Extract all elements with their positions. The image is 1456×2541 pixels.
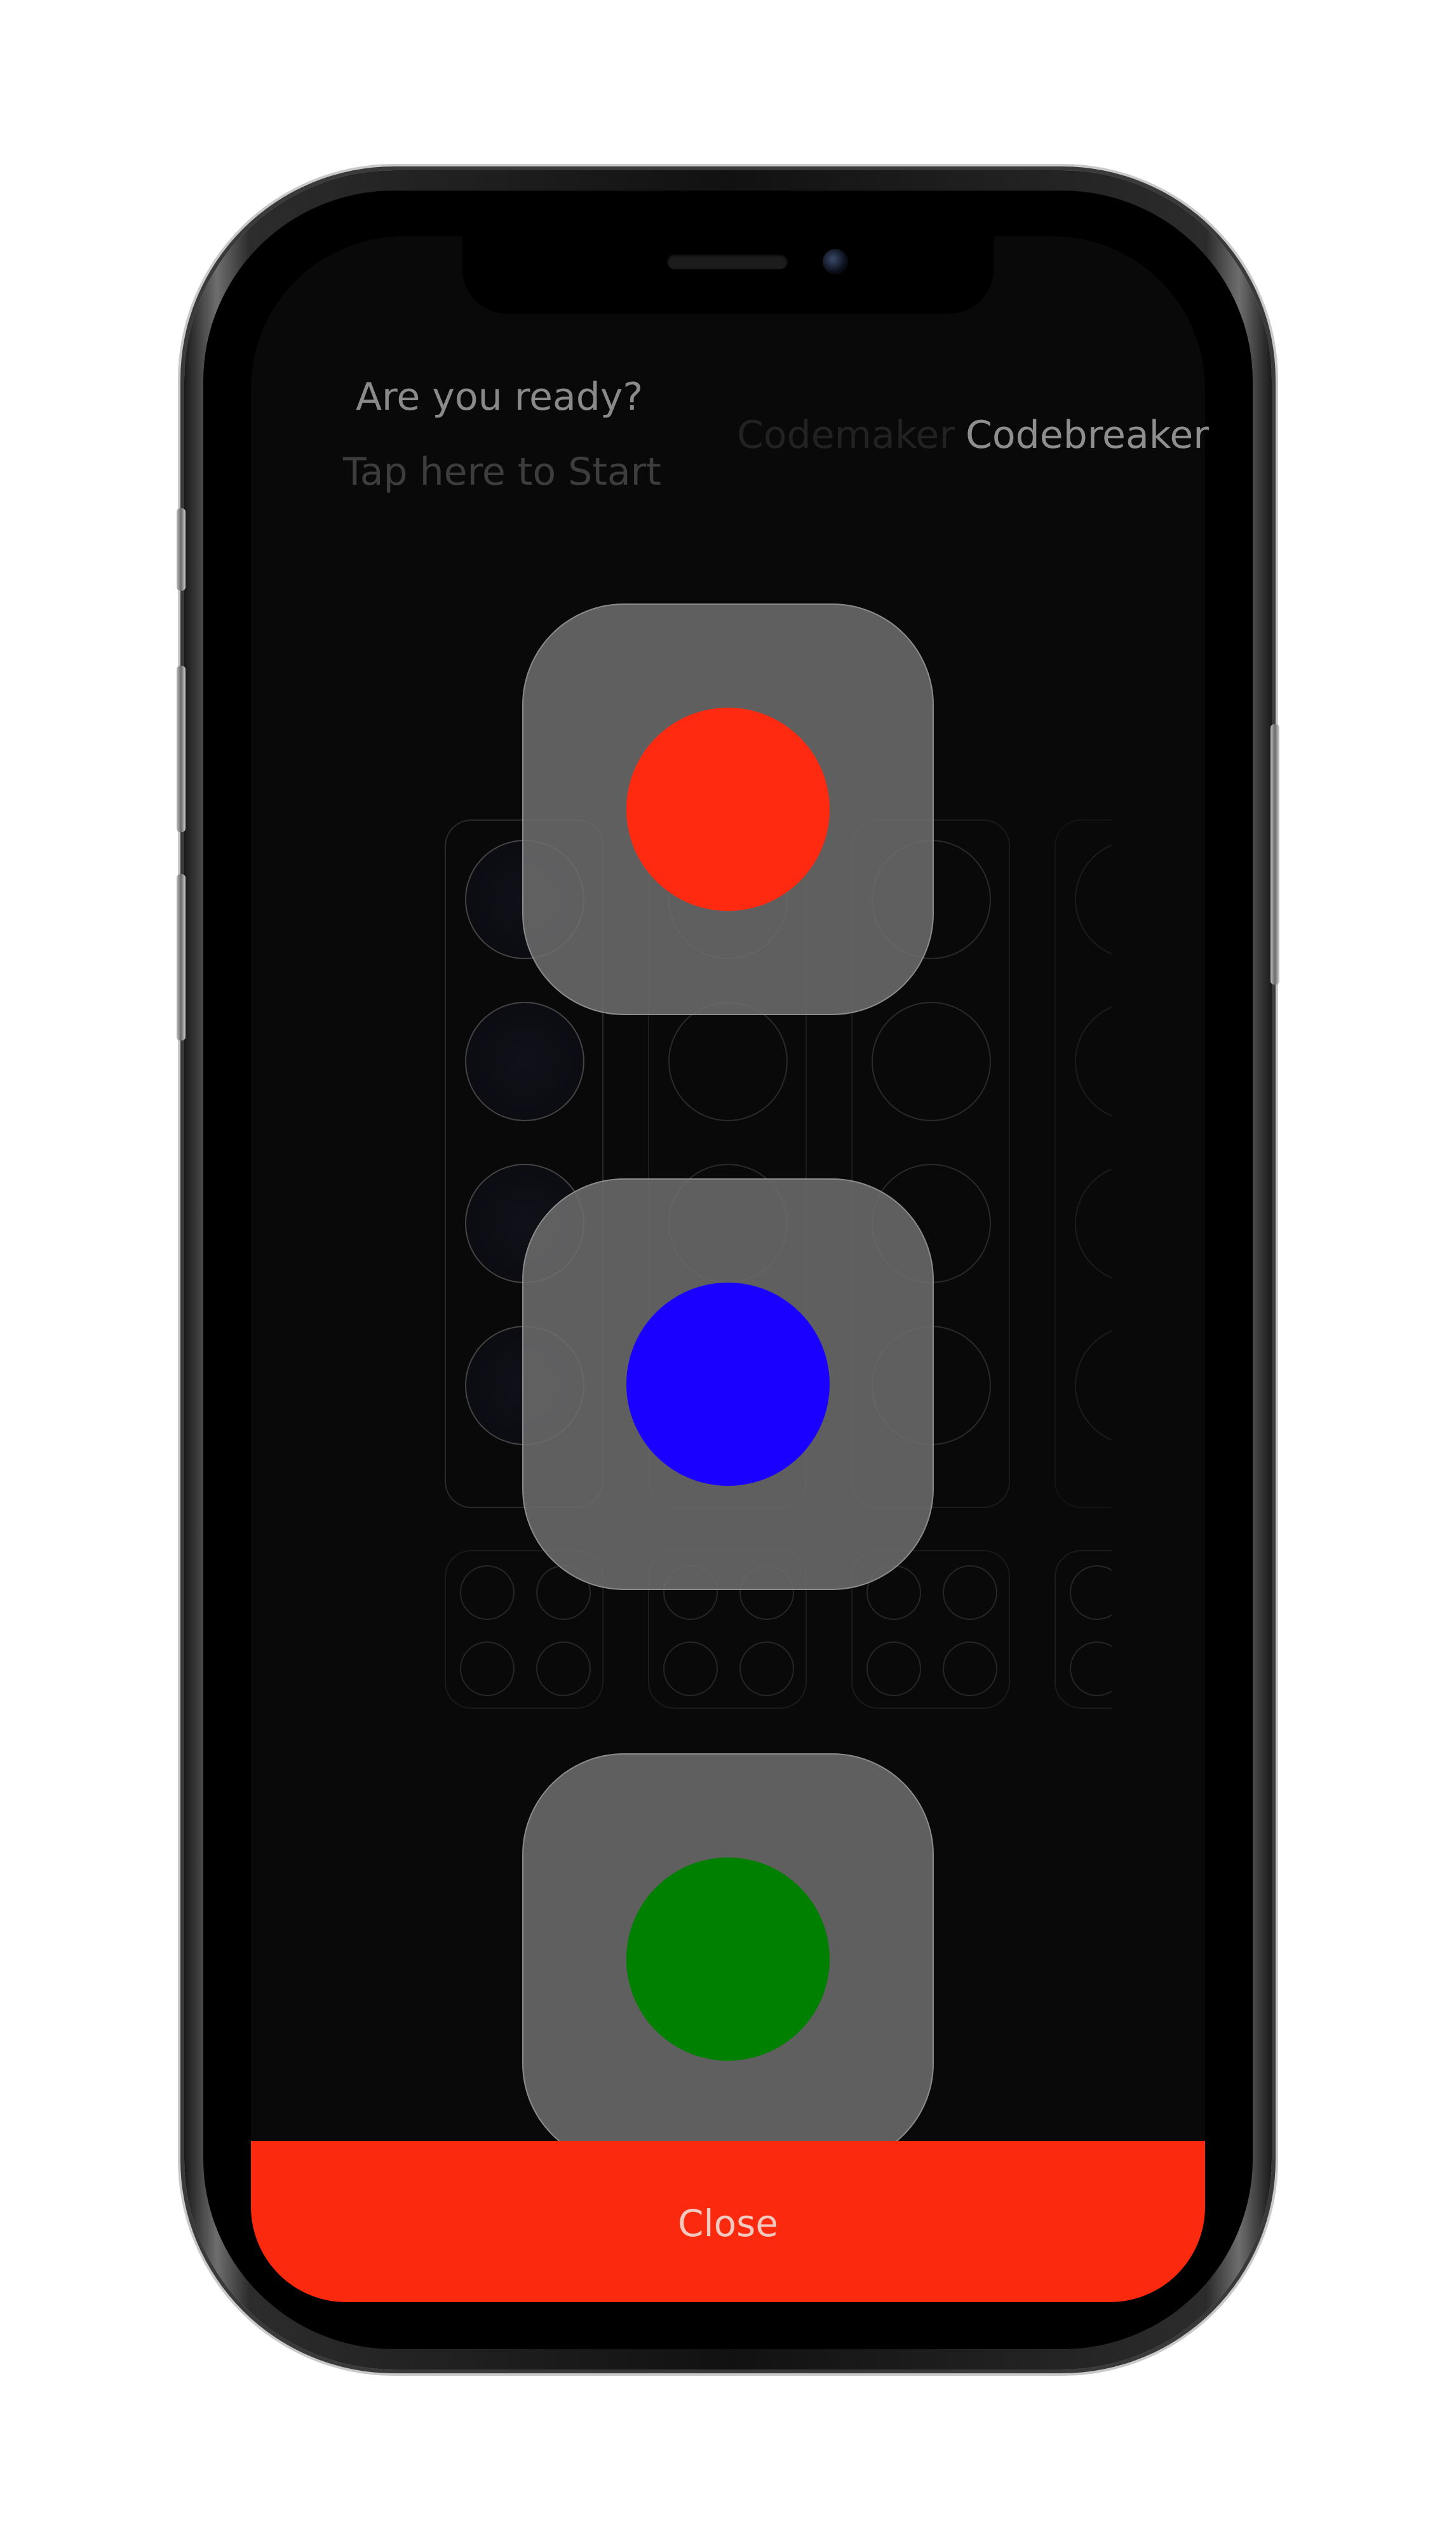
mode-codemaker[interactable]: Codemaker (737, 413, 955, 457)
hint-peg (460, 1641, 515, 1696)
power-button (1271, 724, 1279, 985)
start-button[interactable]: Tap here to Start (343, 450, 661, 494)
front-camera-icon (823, 249, 848, 274)
color-option-blue[interactable] (522, 1178, 934, 1590)
red-peg (626, 708, 830, 911)
hint-peg (1070, 1641, 1112, 1696)
hint-peg (663, 1641, 718, 1696)
silent-switch (177, 508, 185, 591)
guess-column[interactable] (1055, 819, 1112, 1508)
hint-peg (866, 1641, 921, 1696)
color-option-green[interactable] (522, 1753, 934, 2165)
volume-down-button (177, 874, 185, 1041)
blue-peg (626, 1283, 830, 1486)
status-title: Are you ready? (356, 375, 644, 419)
code-slot[interactable] (465, 1002, 584, 1121)
code-slot[interactable] (1075, 1002, 1112, 1121)
notch (462, 236, 994, 314)
code-slot[interactable] (668, 1002, 788, 1121)
hint-peg (943, 1565, 997, 1620)
hint-peg (739, 1641, 794, 1696)
hint-peg (943, 1641, 997, 1696)
code-slot[interactable] (1075, 1326, 1112, 1445)
code-slot[interactable] (1075, 1164, 1112, 1283)
hint-peg (536, 1641, 591, 1696)
speaker-grille (667, 254, 788, 269)
hint-grid (1055, 1550, 1112, 1709)
code-slot[interactable] (1075, 840, 1112, 959)
green-peg (626, 1857, 830, 2061)
hint-peg (460, 1565, 515, 1620)
color-option-red[interactable] (522, 603, 934, 1015)
code-slot[interactable] (872, 1002, 991, 1121)
hint-peg (1070, 1565, 1112, 1620)
close-button[interactable]: Close (251, 2141, 1205, 2302)
volume-up-button (177, 666, 185, 832)
mode-codebreaker[interactable]: Codebreaker (966, 413, 1209, 457)
